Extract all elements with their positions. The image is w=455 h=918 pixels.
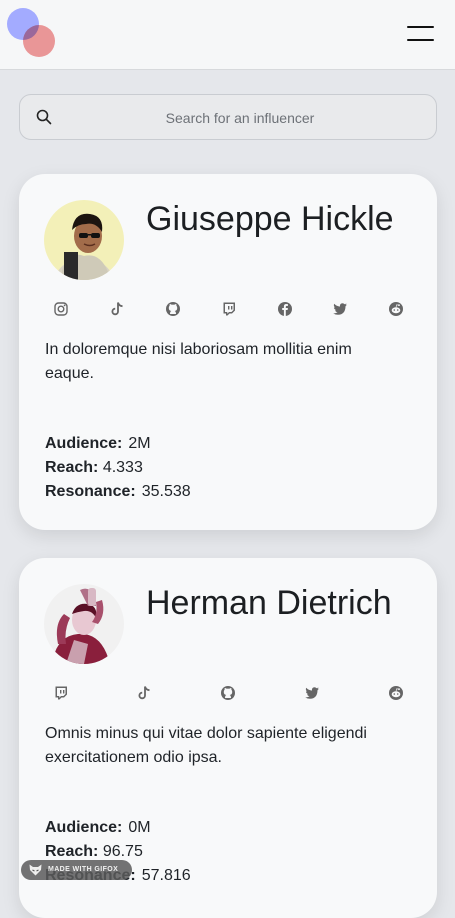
search-input[interactable] [68,103,412,133]
resonance-value: 35.538 [141,483,191,500]
reddit-icon[interactable] [387,684,405,702]
avatar [44,200,124,280]
reach-label: Reach: [45,459,99,476]
resonance-value: 57.816 [141,867,191,884]
menu-line [407,26,434,28]
tiktok-icon[interactable] [108,300,126,318]
influencer-name: Herman Dietrich [146,584,392,622]
instagram-icon[interactable] [52,300,70,318]
influencer-name: Giuseppe Hickle [146,200,394,238]
app-logo[interactable] [7,8,57,58]
menu-line [407,39,434,41]
resonance-label: Resonance: [45,483,136,500]
reach-value: 4.333 [102,459,143,476]
resonance-row: Resonance: 35.538 [45,480,191,504]
twitter-icon[interactable] [303,684,321,702]
influencer-description: Omnis minus qui vitae dolor sapiente eli… [45,725,367,766]
reach-row: Reach: 4.333 [45,456,191,480]
gifox-watermark: MADE WITH GIFOX [21,860,132,880]
audience-value: 2M [128,435,151,452]
social-links [19,684,437,704]
github-icon[interactable] [164,300,182,318]
influencer-description: In doloremque nisi laboriosam mollitia e… [45,341,352,382]
hamburger-menu-icon[interactable] [407,24,435,44]
github-icon[interactable] [219,684,237,702]
tiktok-icon[interactable] [135,684,153,702]
reddit-icon[interactable] [387,300,405,318]
influencer-card[interactable]: Giuseppe Hickle In doloremque nisi labor… [19,174,437,530]
reach-label: Reach: [45,843,99,860]
reach-value: 96.75 [102,843,143,860]
audience-label: Audience: [45,819,123,836]
audience-label: Audience: [45,435,123,452]
logo-circle-red [23,25,55,57]
audience-row: Audience: 0M [45,816,191,840]
facebook-icon[interactable] [276,300,294,318]
fox-icon [29,864,42,876]
twitch-icon[interactable] [220,300,238,318]
audience-row: Audience: 2M [45,432,191,456]
search-bar[interactable] [19,94,437,140]
avatar [44,584,124,664]
influencer-stats: Audience: 2M Reach: 4.333 Resonance: 35.53… [45,432,191,504]
search-icon [36,109,52,125]
social-links [19,300,437,320]
app-header [0,0,455,70]
watermark-text: MADE WITH GIFOX [48,866,119,873]
twitch-icon[interactable] [52,684,70,702]
audience-value: 0M [128,819,151,836]
twitter-icon[interactable] [331,300,349,318]
